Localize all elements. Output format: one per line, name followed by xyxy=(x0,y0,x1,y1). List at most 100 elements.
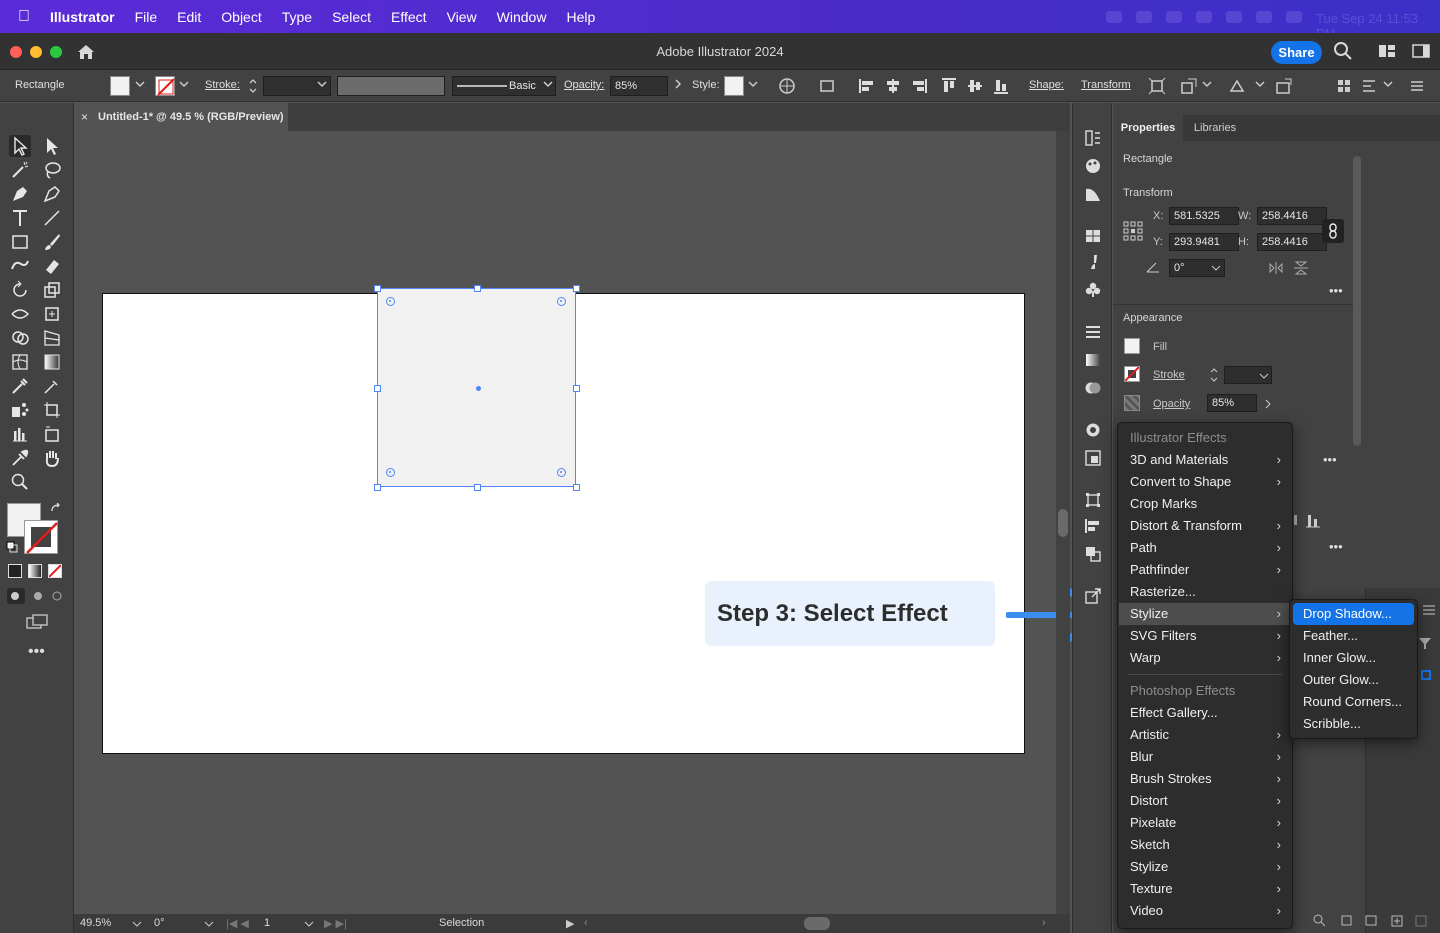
fill-swatch[interactable] xyxy=(110,76,130,96)
artboard-number[interactable]: 1 xyxy=(264,917,270,929)
menubar-clock[interactable]: Tue Sep 24 11:53 PM xyxy=(1316,11,1426,41)
tab-libraries[interactable]: Libraries xyxy=(1183,115,1247,141)
direct-selection-tool[interactable] xyxy=(41,135,63,157)
x-field[interactable]: 581.5325 xyxy=(1169,207,1239,225)
appearance-stroke-swatch[interactable] xyxy=(1124,366,1140,382)
draw-normal-icon[interactable] xyxy=(7,588,25,604)
draw-behind-icon[interactable] xyxy=(29,588,47,604)
width-tool-icon[interactable] xyxy=(9,303,31,325)
scale-tool-icon[interactable] xyxy=(41,279,63,301)
opacity-input[interactable]: 85% xyxy=(1207,394,1257,412)
color-panel-icon[interactable] xyxy=(1084,157,1102,175)
corner-widget[interactable] xyxy=(557,468,566,477)
symbol-sprayer-tool-icon[interactable] xyxy=(9,399,31,421)
chevron-down-icon[interactable] xyxy=(542,78,554,90)
resize-handle[interactable] xyxy=(374,285,381,292)
menu-object[interactable]: Object xyxy=(221,9,261,25)
layer-selection-indicator[interactable] xyxy=(1421,670,1431,680)
measure-tool-icon[interactable] xyxy=(41,375,63,397)
gradient-panel-icon[interactable] xyxy=(1084,351,1102,369)
properties-scrollbar-thumb[interactable] xyxy=(1353,156,1361,446)
effect-menu-item[interactable]: Texture › xyxy=(1119,878,1293,900)
horizontal-scrollbar-thumb[interactable] xyxy=(804,917,830,930)
color-mode-icon[interactable] xyxy=(8,564,22,578)
stylize-submenu-item[interactable]: Feather... xyxy=(1293,625,1414,647)
filter-icon[interactable] xyxy=(1418,636,1432,650)
eraser-tool-icon[interactable] xyxy=(41,255,63,277)
line-tool-icon[interactable] xyxy=(41,207,63,229)
tab-properties[interactable]: Properties xyxy=(1113,115,1183,141)
resize-handle[interactable] xyxy=(474,484,481,491)
current-tool-status[interactable]: Selection xyxy=(439,917,484,929)
opacity-label[interactable]: Opacity: xyxy=(564,79,604,91)
chevron-down-icon[interactable] xyxy=(1382,78,1394,90)
shape-label[interactable]: Shape: xyxy=(1029,79,1064,91)
paintbrush-tool-icon[interactable] xyxy=(41,231,63,253)
appearance-fill-swatch[interactable] xyxy=(1124,338,1140,354)
chevron-down-icon[interactable] xyxy=(747,78,759,90)
stroke-panel-icon[interactable] xyxy=(1084,323,1102,341)
status-icon[interactable] xyxy=(1106,10,1122,23)
eyedropper-icon[interactable] xyxy=(9,447,31,469)
chevron-down-icon[interactable] xyxy=(1254,78,1266,90)
chevron-down-icon[interactable] xyxy=(1259,371,1269,381)
effect-menu-item[interactable]: Effect Gallery... xyxy=(1119,702,1293,724)
curvature-tool-icon[interactable] xyxy=(41,183,63,205)
align-top-icon[interactable] xyxy=(940,77,958,95)
stylize-submenu-item[interactable]: Scribble... xyxy=(1293,713,1414,735)
stylize-submenu-item[interactable]: Round Corners... xyxy=(1293,691,1414,713)
align-bottom-icon[interactable] xyxy=(992,77,1010,95)
more-options-icon[interactable]: ••• xyxy=(1329,539,1343,554)
chevron-down-icon[interactable] xyxy=(178,78,190,90)
corner-widget[interactable] xyxy=(386,468,395,477)
status-menu-arrow-icon[interactable]: ▶ xyxy=(566,917,574,930)
draw-inside-icon[interactable] xyxy=(48,588,66,604)
effect-menu-item[interactable]: Crop Marks xyxy=(1119,493,1293,515)
resize-handle[interactable] xyxy=(573,484,580,491)
menu-window[interactable]: Window xyxy=(497,9,547,25)
rectangle-tool-icon[interactable] xyxy=(9,231,31,253)
rotation-value[interactable]: 0° xyxy=(154,917,165,929)
status-icon[interactable] xyxy=(1136,10,1152,23)
resize-handle[interactable] xyxy=(374,385,381,392)
brushes-panel-icon[interactable] xyxy=(1084,253,1102,271)
selection-tool[interactable] xyxy=(9,135,31,157)
transform-box-icon[interactable] xyxy=(1148,77,1166,95)
none-mode-icon[interactable] xyxy=(48,564,62,578)
resize-handle[interactable] xyxy=(573,385,580,392)
effect-menu-item[interactable]: Video › xyxy=(1119,900,1293,922)
status-icon[interactable] xyxy=(1196,10,1212,23)
effect-menu-item[interactable]: SVG Filters › xyxy=(1119,625,1293,647)
screen-mode-icon[interactable] xyxy=(25,613,49,631)
slice-tool-icon[interactable] xyxy=(41,423,63,445)
resize-handle[interactable] xyxy=(573,285,580,292)
share-button[interactable]: Share xyxy=(1271,41,1322,64)
effect-menu-item[interactable]: Stylize › xyxy=(1119,856,1293,878)
pen-tool-icon[interactable] xyxy=(9,183,31,205)
effect-menu-item[interactable]: Brush Strokes › xyxy=(1119,768,1293,790)
isolate-icon[interactable] xyxy=(1228,77,1246,95)
menu-view[interactable]: View xyxy=(447,9,477,25)
effect-menu-item[interactable]: Path › xyxy=(1119,537,1293,559)
y-field[interactable]: 293.9481 xyxy=(1169,233,1239,251)
control-center-icon[interactable] xyxy=(1286,10,1302,23)
stylize-submenu-item[interactable]: Inner Glow... xyxy=(1293,647,1414,669)
constrain-proportions-icon[interactable] xyxy=(1322,219,1344,243)
opacity-link[interactable]: Opacity xyxy=(1153,398,1190,410)
resize-handle[interactable] xyxy=(374,484,381,491)
selected-rectangle[interactable] xyxy=(374,285,580,491)
opacity-field[interactable]: 85% xyxy=(610,76,668,96)
panel-menu-icon[interactable] xyxy=(1422,604,1436,616)
properties-scrollbar[interactable] xyxy=(1352,148,1362,593)
document-tab[interactable]: × Untitled-1* @ 49.5 % (RGB/Preview) xyxy=(74,103,288,131)
recolor-artwork-icon[interactable] xyxy=(778,77,796,95)
chevron-right-icon[interactable] xyxy=(1260,395,1276,413)
effect-menu-item[interactable]: Sketch › xyxy=(1119,834,1293,856)
canvas[interactable] xyxy=(74,131,1056,914)
asset-export-icon[interactable] xyxy=(1084,587,1102,605)
wifi-icon[interactable] xyxy=(1256,10,1272,23)
scroll-right-icon[interactable]: › xyxy=(1042,917,1046,929)
stroke-link[interactable]: Stroke xyxy=(1153,369,1185,381)
scrollbar-thumb[interactable] xyxy=(1058,509,1068,537)
app-menu[interactable]: Illustrator xyxy=(50,9,115,25)
